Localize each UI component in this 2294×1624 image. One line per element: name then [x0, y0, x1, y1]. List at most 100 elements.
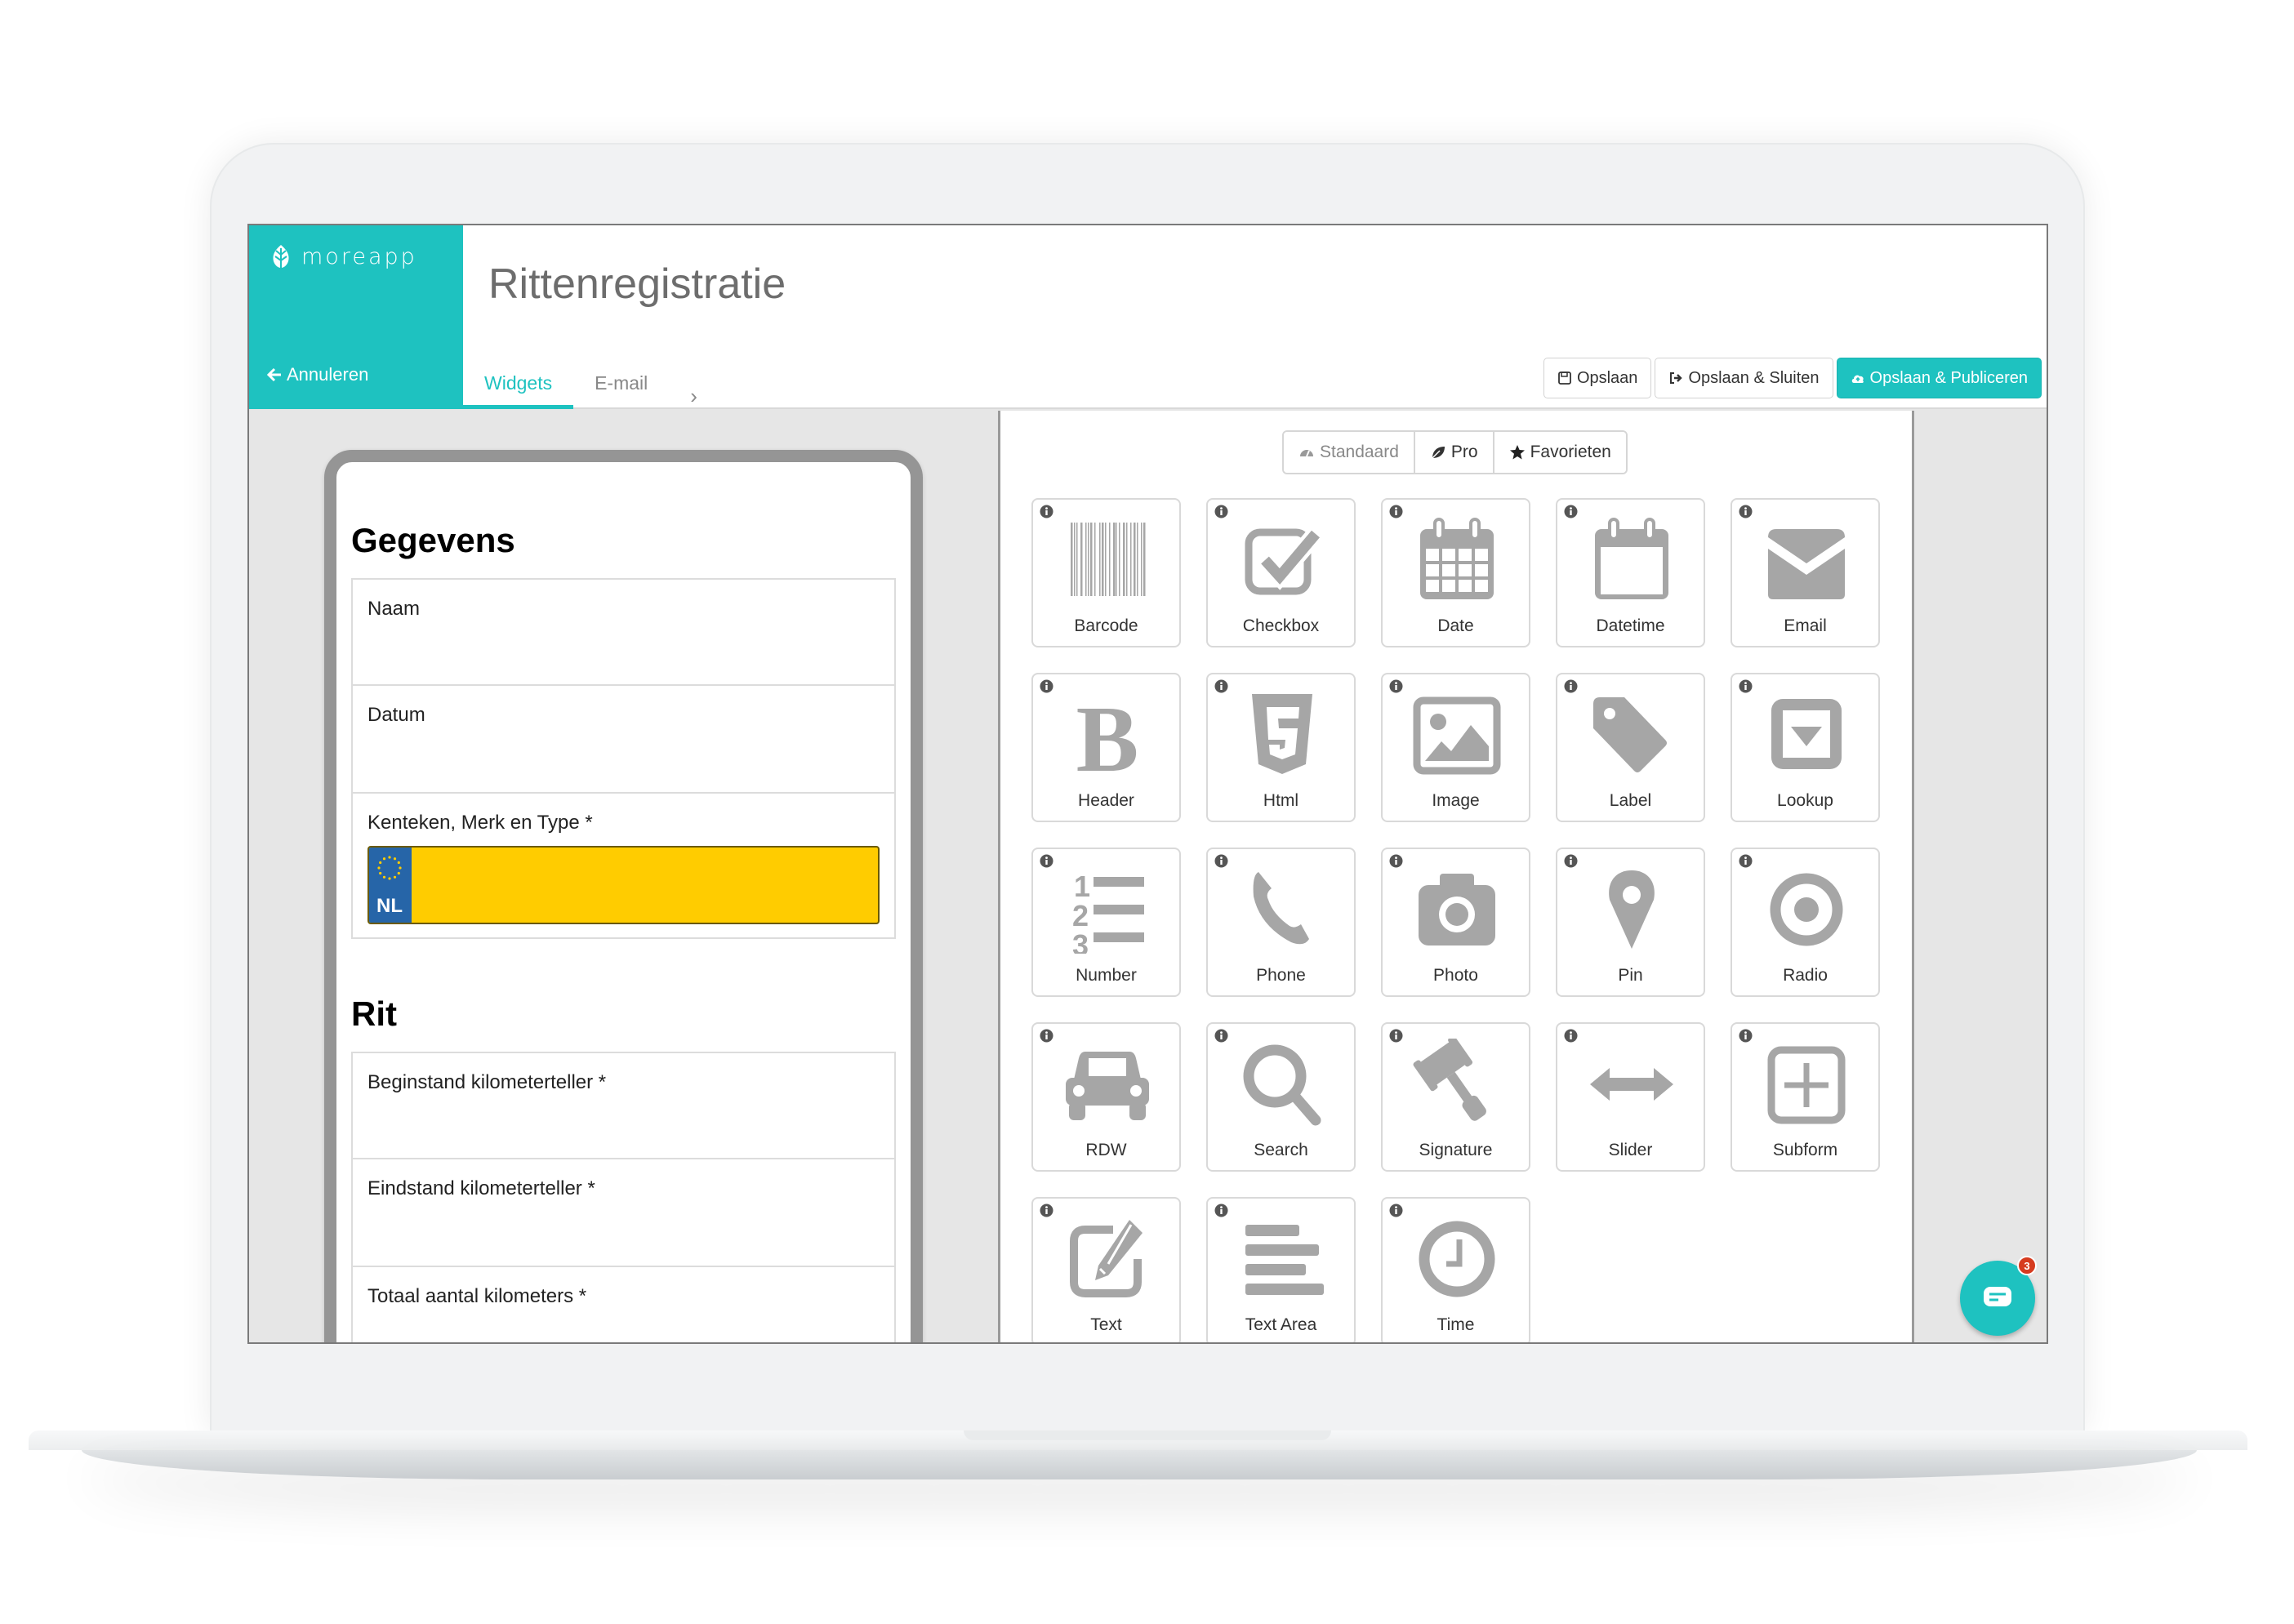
field-label: Kenteken, Merk en Type * — [367, 812, 593, 834]
tag-icon — [1593, 697, 1667, 772]
widget-tile-datetime[interactable]: Datetime — [1556, 498, 1705, 647]
widget-tile-slider[interactable]: Slider — [1556, 1022, 1705, 1172]
cancel-button[interactable]: Annuleren — [267, 364, 368, 385]
info-icon[interactable] — [1389, 505, 1403, 518]
info-icon[interactable] — [1564, 505, 1578, 518]
arrow-left-icon — [267, 367, 281, 382]
widget-tile-header[interactable]: B Header — [1031, 673, 1181, 822]
widget-tile-search[interactable]: Search — [1206, 1022, 1356, 1172]
info-icon[interactable] — [1214, 1029, 1228, 1043]
info-icon[interactable] — [1214, 679, 1228, 693]
info-icon[interactable] — [1739, 505, 1753, 518]
info-icon[interactable] — [1040, 505, 1053, 518]
save-publish-button[interactable]: Opslaan & Publiceren — [1836, 358, 2042, 398]
plate-country-code: NL — [376, 895, 403, 917]
info-icon[interactable] — [1739, 1029, 1753, 1043]
widget-label: Label — [1609, 791, 1652, 810]
widget-label: Signature — [1419, 1141, 1493, 1159]
license-plate-input[interactable]: NL — [367, 846, 880, 924]
field-label: Eindstand kilometerteller * — [367, 1177, 595, 1199]
info-icon[interactable] — [1564, 1029, 1578, 1043]
arrows-horizontal-icon — [1590, 1068, 1673, 1101]
form-preview-content: Gegevens Naam Datum Kenteken, Merk en Ty… — [351, 462, 896, 1342]
widget-tile-text[interactable]: Text — [1031, 1197, 1181, 1342]
plus-square-icon — [1767, 1046, 1846, 1124]
svg-text:2: 2 — [1072, 899, 1089, 932]
widget-label: Radio — [1783, 966, 1828, 985]
widget-tile-radio[interactable]: Radio — [1731, 848, 1880, 997]
eu-stars-icon — [377, 856, 402, 880]
info-icon[interactable] — [1739, 679, 1753, 693]
widget-tile-lookup[interactable]: Lookup — [1731, 673, 1880, 822]
car-icon — [1066, 1052, 1149, 1120]
widget-tile-rdw[interactable]: RDW — [1031, 1022, 1181, 1172]
widget-tile-text-area[interactable]: Text Area — [1206, 1197, 1356, 1342]
tab-widgets[interactable]: Widgets — [463, 358, 574, 409]
info-icon[interactable] — [1214, 505, 1228, 518]
star-icon — [1509, 445, 1525, 460]
widget-tile-phone[interactable]: Phone — [1206, 848, 1356, 997]
info-icon[interactable] — [1040, 1204, 1053, 1217]
widget-tile-pin[interactable]: Pin — [1556, 848, 1705, 997]
brand-logo[interactable]: moreapp — [270, 243, 417, 269]
widget-label: Search — [1254, 1141, 1308, 1159]
widget-tile-number[interactable]: 1 2 3 Number — [1031, 848, 1181, 997]
info-icon[interactable] — [1564, 854, 1578, 868]
info-icon[interactable] — [1040, 854, 1053, 868]
info-icon[interactable] — [1389, 1204, 1403, 1217]
widget-tile-date[interactable]: Date — [1381, 498, 1530, 647]
checkbox-icon — [1245, 527, 1323, 595]
info-icon[interactable] — [1040, 1029, 1053, 1043]
widget-label: Checkbox — [1242, 616, 1320, 635]
widget-tile-time[interactable]: Time — [1381, 1197, 1530, 1342]
page-title: Rittenregistratie — [488, 260, 786, 308]
html5-icon — [1252, 694, 1312, 774]
form-field-kenteken[interactable]: Kenteken, Merk en Type * NL — [351, 794, 896, 939]
info-icon[interactable] — [1214, 1204, 1228, 1217]
gavel-icon — [1413, 1039, 1486, 1121]
phone-icon — [1253, 872, 1309, 945]
widget-label: Subform — [1772, 1141, 1838, 1159]
widget-tile-label[interactable]: Label — [1556, 673, 1705, 822]
widget-tile-email[interactable]: Email — [1731, 498, 1880, 647]
info-icon[interactable] — [1564, 679, 1578, 693]
info-icon[interactable] — [1739, 854, 1753, 868]
save-label: Opslaan — [1576, 368, 1638, 387]
widget-tile-html[interactable]: Html — [1206, 673, 1356, 822]
category-standaard[interactable]: Standaard — [1284, 432, 1415, 473]
widget-tile-image[interactable]: Image — [1381, 673, 1530, 822]
form-field-beginstand[interactable]: Beginstand kilometerteller * — [351, 1052, 896, 1159]
tabs-next-chevron-icon[interactable]: › — [669, 384, 719, 409]
floppy-disk-icon — [1558, 372, 1571, 385]
category-pro[interactable]: Pro — [1414, 432, 1494, 473]
field-label: Datum — [367, 704, 425, 726]
form-field-totaal[interactable]: Totaal aantal kilometers * — [351, 1267, 896, 1342]
widget-tile-subform[interactable]: Subform — [1731, 1022, 1880, 1172]
category-favorieten[interactable]: Favorieten — [1494, 432, 1626, 473]
save-close-button[interactable]: Opslaan & Sluiten — [1655, 358, 1833, 398]
widget-tile-photo[interactable]: Photo — [1381, 848, 1530, 997]
category-label: Favorieten — [1530, 443, 1611, 461]
calendar-blank-icon — [1595, 518, 1668, 599]
chat-bubble-icon — [1984, 1287, 2011, 1306]
field-label: Naam — [367, 598, 421, 620]
form-field-eindstand[interactable]: Eindstand kilometerteller * — [351, 1159, 896, 1267]
svg-text:1: 1 — [1074, 870, 1090, 903]
widget-tile-signature[interactable]: Signature — [1381, 1022, 1530, 1172]
section-title-rit: Rit — [351, 994, 397, 1033]
image-icon — [1413, 696, 1501, 775]
info-icon[interactable] — [1389, 854, 1403, 868]
right-gutter: 3 — [1917, 411, 2047, 1342]
info-icon[interactable] — [1389, 679, 1403, 693]
widget-tile-checkbox[interactable]: Checkbox — [1206, 498, 1356, 647]
cancel-label: Annuleren — [287, 364, 369, 385]
tab-email[interactable]: E-mail — [573, 358, 669, 409]
save-button[interactable]: Opslaan — [1543, 358, 1652, 398]
info-icon[interactable] — [1389, 1029, 1403, 1043]
form-field-naam[interactable]: Naam — [351, 578, 896, 686]
info-icon[interactable] — [1040, 679, 1053, 693]
widget-tile-barcode[interactable]: Barcode — [1031, 498, 1181, 647]
chat-launcher-button[interactable]: 3 — [1960, 1256, 2037, 1336]
form-field-datum[interactable]: Datum — [351, 686, 896, 794]
info-icon[interactable] — [1214, 854, 1228, 868]
